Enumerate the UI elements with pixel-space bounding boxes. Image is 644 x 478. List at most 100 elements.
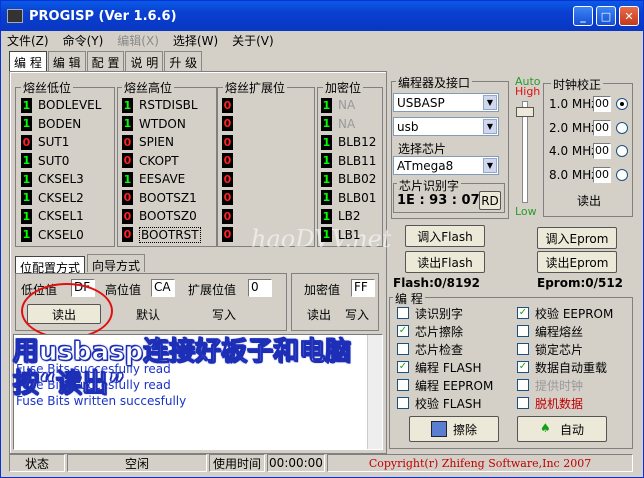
maximize-button[interactable]: □	[596, 6, 616, 26]
checkbox[interactable]	[517, 325, 529, 337]
program-option[interactable]: ✓ 校验 EEPROM	[517, 305, 613, 321]
tab-config[interactable]: 配 置	[86, 51, 125, 71]
speed-slider-thumb[interactable]	[516, 107, 534, 117]
checkbox[interactable]	[397, 307, 409, 319]
fuse-bit-toggle[interactable]: 1	[122, 171, 133, 187]
fuse-bit-toggle[interactable]: 1	[321, 208, 332, 224]
default-button[interactable]: 默认	[113, 304, 183, 324]
fuse-bit-toggle[interactable]: 1	[21, 116, 32, 131]
fuse-bit-toggle[interactable]: 1	[321, 116, 332, 131]
checkbox[interactable]	[397, 397, 409, 409]
fuse-bit-toggle[interactable]: 0	[222, 97, 233, 113]
checkbox[interactable]	[517, 397, 529, 409]
write-fuse-button[interactable]: 写入	[189, 304, 259, 324]
fuse-bit-toggle[interactable]: 0	[222, 153, 233, 168]
read-flash-button[interactable]: 读出Flash	[405, 251, 485, 273]
high-value-field[interactable]: CA	[151, 279, 175, 297]
fuse-bit-toggle[interactable]: 1	[122, 116, 133, 131]
fuse-bit-toggle[interactable]: 1	[21, 190, 32, 205]
chip-select[interactable]: ATmega8 ▼	[393, 156, 499, 175]
program-option[interactable]: 芯片检查	[397, 341, 463, 357]
fuse-bit-toggle[interactable]: 0	[222, 134, 233, 150]
fuse-bit-toggle[interactable]: 1	[21, 153, 32, 168]
fuse-bit-toggle[interactable]: 1	[321, 97, 332, 113]
menu-select[interactable]: 选择(W)	[173, 32, 218, 49]
program-option[interactable]: 校验 FLASH	[397, 395, 482, 411]
program-option[interactable]: 脱机数据	[517, 395, 583, 411]
log-scrollbar[interactable]	[367, 335, 382, 449]
tab-edit[interactable]: 编 辑	[47, 51, 86, 71]
fuse-bit-toggle[interactable]: 0	[222, 208, 233, 224]
checkbox[interactable]: ✓	[517, 361, 529, 373]
checkbox[interactable]	[397, 379, 409, 391]
lock-value-field[interactable]: FF	[351, 279, 375, 297]
program-option[interactable]: ✓ 芯片擦除	[397, 323, 463, 339]
fuse-bit-toggle[interactable]: 1	[321, 134, 332, 150]
tab-wizard[interactable]: 向导方式	[87, 254, 146, 273]
checkbox[interactable]	[397, 343, 409, 355]
program-option[interactable]: 读识别字	[397, 305, 463, 321]
clock-read-button[interactable]: 读出	[567, 191, 611, 209]
menu-command[interactable]: 命令(Y)	[63, 32, 104, 49]
fuse-bit-toggle[interactable]: 0	[122, 208, 133, 224]
fuse-bit-toggle[interactable]: 0	[222, 190, 233, 205]
minimize-button[interactable]: _	[573, 6, 593, 26]
load-eprom-button[interactable]: 调入Eprom	[537, 227, 617, 249]
program-option[interactable]: ✓ 编程 FLASH	[397, 359, 482, 375]
checkbox[interactable]	[517, 343, 529, 355]
fuse-bit-toggle[interactable]: 1	[321, 190, 332, 205]
fuse-bit-toggle[interactable]: 0	[21, 134, 32, 150]
fuse-bit-toggle[interactable]: 1	[122, 97, 133, 113]
erase-button[interactable]: 擦除	[409, 416, 499, 442]
auto-button[interactable]: ♠ 自动	[517, 416, 607, 442]
fuse-bit-toggle[interactable]: 0	[222, 116, 233, 131]
program-option[interactable]: 锁定芯片	[517, 341, 583, 357]
clock-radio[interactable]	[616, 98, 628, 110]
port-select[interactable]: usb ▼	[393, 117, 499, 136]
clock-radio[interactable]	[616, 145, 628, 157]
checkbox[interactable]: ✓	[397, 325, 409, 337]
menu-edit[interactable]: 编辑(X)	[117, 32, 159, 49]
fuse-bit-toggle[interactable]: 0	[222, 171, 233, 187]
tab-upgrade[interactable]: 升 级	[164, 51, 203, 71]
clock-cal-field[interactable]: 00	[593, 143, 611, 159]
fuse-bit-toggle[interactable]: 0	[122, 227, 133, 242]
clock-radio[interactable]	[616, 168, 628, 181]
title-bar[interactable]: PROGISP (Ver 1.6.6) _ □ ✕	[1, 1, 643, 31]
tab-program[interactable]: 编 程	[9, 51, 47, 71]
tab-help[interactable]: 说 明	[125, 51, 164, 71]
clock-cal-field[interactable]: 00	[593, 96, 611, 112]
write-lock-button[interactable]: 写入	[339, 304, 375, 324]
menu-file[interactable]: 文件(Z)	[7, 32, 49, 49]
program-option[interactable]: 编程熔丝	[517, 323, 583, 339]
ext-value-field[interactable]: 0	[248, 279, 272, 297]
fuse-bit-toggle[interactable]: 1	[321, 171, 332, 187]
read-lock-button[interactable]: 读出	[301, 304, 337, 324]
clock-cal-field[interactable]: 00	[593, 119, 611, 136]
program-option[interactable]: 编程 EEPROM	[397, 377, 493, 393]
programmer-select[interactable]: USBASP ▼	[393, 93, 499, 112]
clock-cal-field[interactable]: 00	[593, 166, 611, 183]
read-eprom-button[interactable]: 读出Eprom	[537, 251, 617, 273]
read-id-button[interactable]: RD	[479, 191, 501, 210]
fuse-bit-toggle[interactable]: 1	[21, 171, 32, 187]
tab-bit-config[interactable]: 位配置方式	[15, 256, 86, 275]
fuse-bit-toggle[interactable]: 0	[122, 153, 133, 168]
fuse-bit-toggle[interactable]: 1	[21, 97, 32, 113]
program-option[interactable]: ✓ 数据自动重载	[517, 359, 607, 375]
load-flash-button[interactable]: 调入Flash	[405, 225, 485, 247]
clock-radio[interactable]	[616, 121, 628, 134]
fuse-bit-toggle[interactable]: 1	[321, 227, 332, 242]
fuse-bit-toggle[interactable]: 1	[21, 208, 32, 224]
fuse-bit-toggle[interactable]: 0	[122, 134, 133, 150]
fuse-bit-toggle[interactable]: 1	[321, 153, 332, 168]
fuse-bit-toggle[interactable]: 0	[222, 227, 233, 242]
checkbox[interactable]	[517, 379, 529, 391]
program-option[interactable]: 提供时钟	[517, 377, 583, 393]
close-button[interactable]: ✕	[619, 6, 639, 26]
checkbox[interactable]: ✓	[517, 307, 529, 319]
checkbox[interactable]: ✓	[397, 361, 409, 373]
fuse-bit-toggle[interactable]: 1	[21, 227, 32, 242]
fuse-bit-toggle[interactable]: 0	[122, 190, 133, 205]
menu-about[interactable]: 关于(V)	[232, 32, 274, 49]
